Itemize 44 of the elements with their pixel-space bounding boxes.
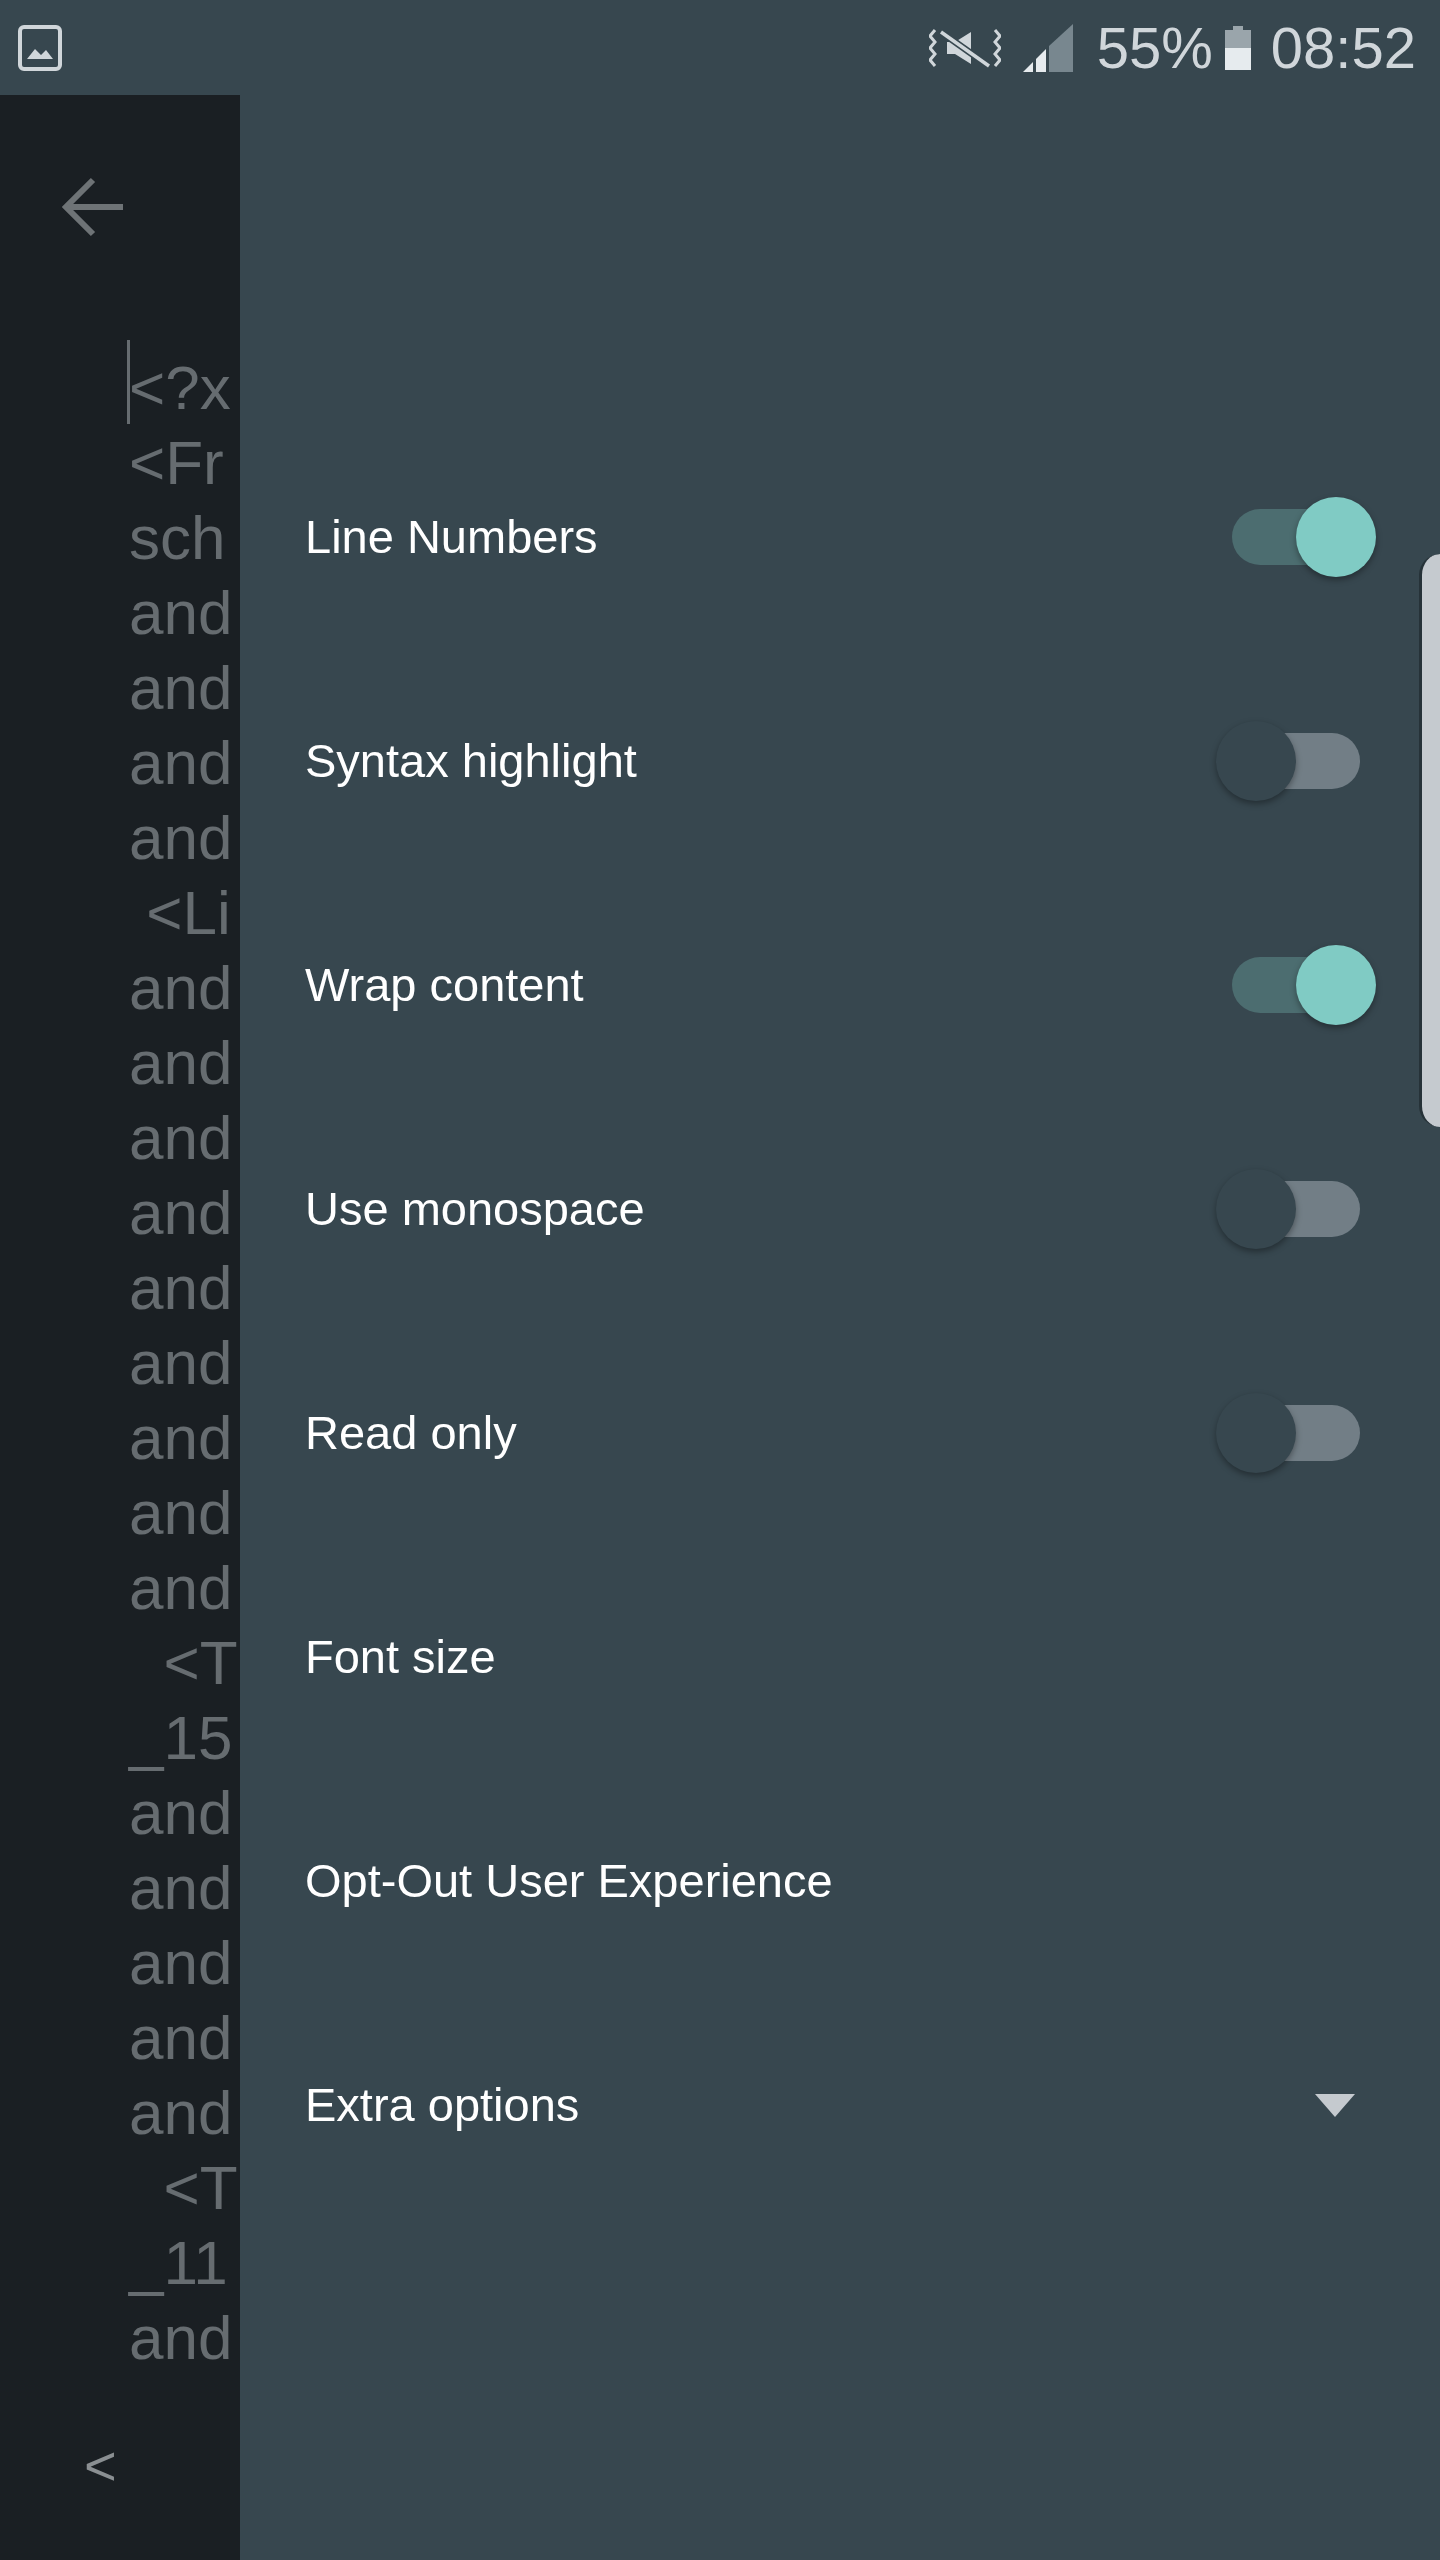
clock-time: 08:52 xyxy=(1270,15,1416,80)
code-line: <T xyxy=(162,1627,238,1699)
code-line: and xyxy=(129,1177,233,1249)
code-line: _11 xyxy=(129,2227,228,2299)
setting-label: Use monospace xyxy=(305,1181,645,1237)
code-line: and xyxy=(129,2077,233,2149)
code-line: <T xyxy=(162,2152,238,2224)
setting-label: Read only xyxy=(305,1405,517,1461)
code-line: and xyxy=(129,1402,233,1474)
setting-label: Syntax highlight xyxy=(305,733,637,789)
code-line: and xyxy=(129,1852,233,1924)
code-line: and xyxy=(129,952,233,1024)
code-line: <Fr xyxy=(129,427,224,499)
signal-icon xyxy=(1022,23,1073,72)
battery-icon xyxy=(1224,25,1251,70)
code-line: and xyxy=(129,2302,233,2374)
dropdown-caret-icon[interactable] xyxy=(1315,2093,1355,2117)
code-line: and xyxy=(129,1477,233,1549)
code-line: <?x xyxy=(129,352,231,424)
setting-label: Line Numbers xyxy=(305,509,598,565)
image-icon xyxy=(18,24,62,71)
edge-panel-handle[interactable] xyxy=(1419,554,1440,1127)
code-line: sch xyxy=(129,502,226,574)
collapse-button[interactable]: < xyxy=(80,2434,121,2498)
code-line: and xyxy=(129,1552,233,1624)
code-line: and xyxy=(129,577,233,649)
back-icon[interactable] xyxy=(61,175,125,239)
code-line: and xyxy=(129,1927,233,1999)
setting-label: Wrap content xyxy=(305,957,584,1013)
code-line: and xyxy=(129,802,233,874)
code-line: _15 xyxy=(129,1702,233,1774)
code-line: and xyxy=(129,1327,233,1399)
code-line: and xyxy=(129,1252,233,1324)
code-line: and xyxy=(129,2002,233,2074)
code-line: <Li xyxy=(145,877,231,949)
code-line: and xyxy=(129,1027,233,1099)
expander-label[interactable]: Extra options xyxy=(305,2077,580,2133)
code-line: and xyxy=(129,652,233,724)
code-line: and xyxy=(129,1102,233,1174)
menu-item[interactable]: Opt-Out User Experience xyxy=(305,1853,833,1909)
code-line: and xyxy=(129,1777,233,1849)
battery-percentage: 55% xyxy=(1096,15,1213,80)
code-line: and xyxy=(129,727,233,799)
menu-item[interactable]: Font size xyxy=(305,1629,496,1685)
